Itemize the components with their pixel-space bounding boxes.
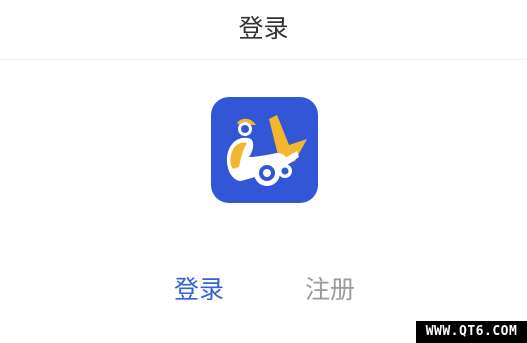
- scooter-rider-icon: [211, 97, 318, 203]
- header-bar: 登录: [0, 0, 527, 60]
- page-title: 登录: [238, 14, 289, 43]
- tab-register[interactable]: 注册: [305, 273, 355, 307]
- watermark-banner: WWW.QT6.COM: [416, 321, 527, 343]
- tab-login[interactable]: 登录: [174, 273, 224, 307]
- app-logo: [211, 97, 318, 203]
